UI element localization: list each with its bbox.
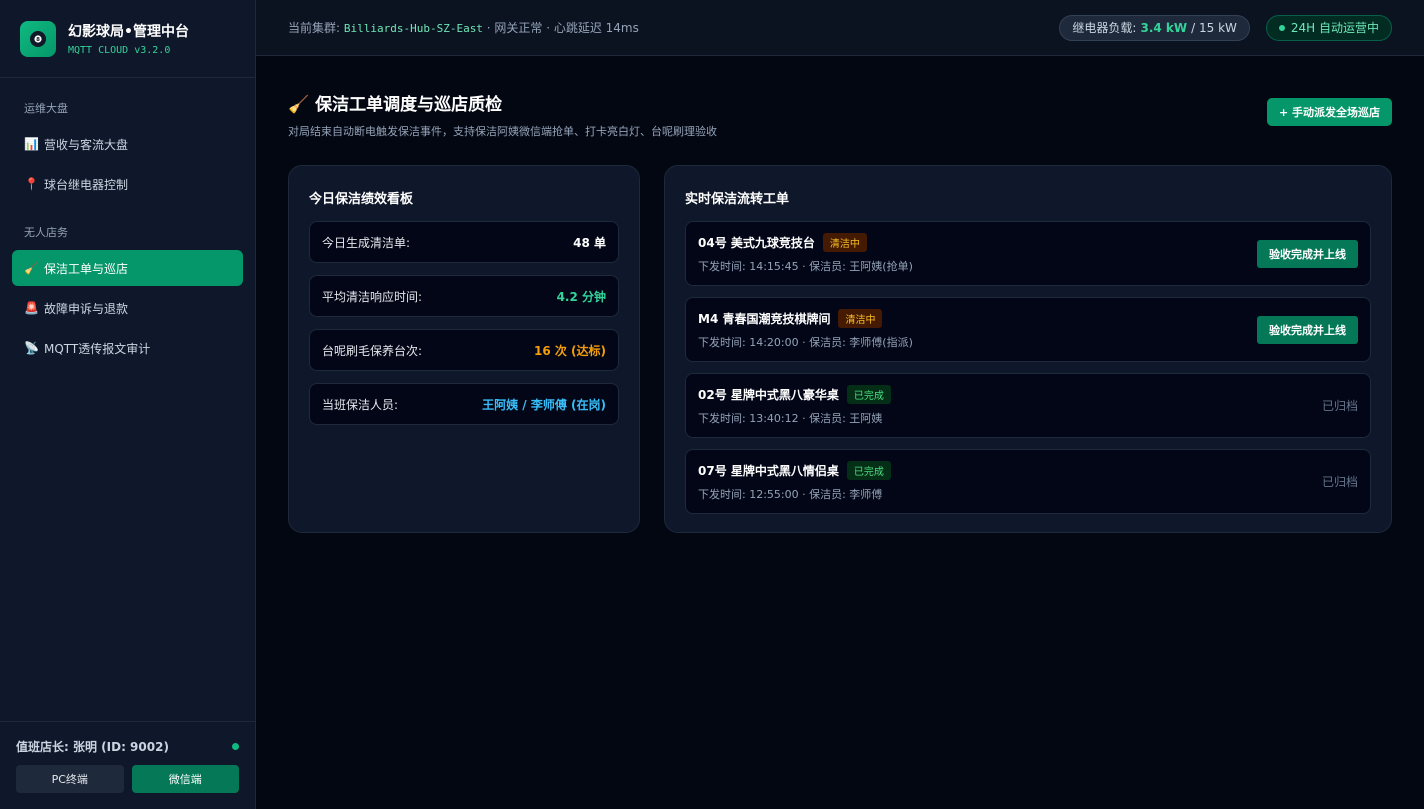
sidebar-item-label: 球台继电器控制: [44, 177, 129, 192]
operation-status-badge: 24H 自动运营中: [1265, 14, 1392, 41]
cluster-suffix: · 网关正常 · 心跳延迟 14ms: [482, 21, 639, 35]
order-name-row: 07号 星牌中式黑八情侣桌 已完成: [698, 461, 891, 480]
order-name: M4 青春国潮竞技棋牌间: [698, 312, 831, 326]
sidebar-item-mqtt-audit[interactable]: 📡 MQTT透传报文审计: [12, 330, 243, 366]
chart-icon: 📊: [24, 137, 39, 151]
content: 🧹 保洁工单调度与巡店质检 对局结束自动断电触发保洁事件，支持保洁阿姨微信端抢单…: [256, 56, 1424, 567]
load-value: 3.4 kW: [1140, 20, 1188, 35]
load-label: 继电器负载:: [1072, 21, 1137, 35]
relay-load-pill: 继电器负载: 3.4 kW / 15 kW: [1059, 14, 1250, 41]
status-text: 24H 自动运营中: [1290, 21, 1379, 35]
stat-value: 16 次 (达标): [533, 343, 606, 358]
alarm-icon: 🚨: [24, 301, 39, 315]
stat-value: 4.2 分钟: [556, 289, 606, 304]
brand-title: 幻影球局•管理中台: [68, 24, 189, 40]
stat-label: 今日生成清洁单:: [322, 235, 411, 250]
wechat-client-button[interactable]: 微信端: [131, 765, 239, 793]
order-row: 07号 星牌中式黑八情侣桌 已完成 下发时间: 12:55:00 · 保洁员: …: [685, 449, 1371, 514]
stat-value: 48 单: [573, 235, 606, 250]
orders-title: 实时保洁流转工单: [685, 192, 790, 207]
stat-label: 台呢刷毛保养台次:: [322, 343, 423, 358]
billiard-ball-icon: 8: [20, 20, 56, 57]
pc-client-button[interactable]: PC终端: [16, 765, 124, 793]
online-status-icon: [232, 743, 239, 750]
page-header: 🧹 保洁工单调度与巡店质检 对局结束自动断电触发保洁事件，支持保洁阿姨微信端抢单…: [288, 90, 1392, 139]
sidebar-item-label: 故障申诉与退款: [44, 301, 129, 316]
order-row: 02号 星牌中式黑八豪华桌 已完成 下发时间: 13:40:12 · 保洁员: …: [685, 373, 1371, 438]
orders-card: 实时保洁流转工单 04号 美式九球竞技台 清洁中 下发时间: 14:15:45 …: [664, 165, 1392, 533]
status-badge: 已完成: [846, 385, 891, 404]
sidebar: 8 幻影球局•管理中台 MQTT CLOUD v3.2.0 运维大盘 📊 营收与…: [0, 0, 256, 809]
operator-name: 值班店长: 张明 (ID: 9002): [16, 740, 169, 754]
client-switch: PC终端 微信端: [16, 765, 239, 793]
archived-label: 已归档: [1321, 399, 1358, 413]
cluster-prefix: 当前集群:: [288, 21, 344, 35]
sidebar-footer: 值班店长: 张明 (ID: 9002) PC终端 微信端: [0, 721, 255, 809]
order-row: 04号 美式九球竞技台 清洁中 下发时间: 14:15:45 · 保洁员: 王阿…: [685, 221, 1371, 286]
status-badge: 清洁中: [822, 233, 867, 252]
sidebar-item-faults[interactable]: 🚨 故障申诉与退款: [12, 290, 243, 326]
page-subtitle: 对局结束自动断电触发保洁事件，支持保洁阿姨微信端抢单、打卡亮白灯、台呢刷理验收: [288, 125, 717, 138]
order-name: 04号 美式九球竞技台: [698, 236, 815, 250]
stat-label: 平均清洁响应时间:: [322, 289, 423, 304]
broom-icon: 🧹: [24, 261, 39, 275]
stat-row: 台呢刷毛保养台次: 16 次 (达标): [309, 329, 619, 371]
verify-online-button[interactable]: 验收完成并上线: [1257, 315, 1358, 344]
app-root: 8 幻影球局•管理中台 MQTT CLOUD v3.2.0 运维大盘 📊 营收与…: [0, 0, 1424, 809]
pin-icon: 📍: [24, 177, 39, 191]
status-dot-icon: [1278, 24, 1285, 31]
stat-label: 当班保洁人员:: [322, 397, 399, 412]
performance-title: 今日保洁绩效看板: [309, 192, 414, 207]
verify-online-button[interactable]: 验收完成并上线: [1257, 239, 1358, 268]
sidebar-item-relay[interactable]: 📍 球台继电器控制: [12, 166, 243, 202]
performance-card: 今日保洁绩效看板 今日生成清洁单: 48 单 平均清洁响应时间: 4.2 分钟 …: [288, 165, 640, 533]
cluster-status: 当前集群: Billiards-Hub-SZ-East · 网关正常 · 心跳延…: [288, 19, 639, 36]
status-badge: 已完成: [846, 461, 891, 480]
nav-heading: 运维大盘: [24, 102, 68, 115]
page-title-text: 保洁工单调度与巡店质检: [315, 95, 503, 115]
topbar-right: 继电器负载: 3.4 kW / 15 kW 24H 自动运营中: [1059, 14, 1392, 41]
order-name-row: M4 青春国潮竞技棋牌间 清洁中: [698, 309, 913, 328]
stat-row: 当班保洁人员: 王阿姨 / 李师傅 (在岗): [309, 383, 619, 425]
topbar: 当前集群: Billiards-Hub-SZ-East · 网关正常 · 心跳延…: [256, 0, 1424, 56]
sidebar-item-label: MQTT透传报文审计: [44, 341, 151, 356]
broom-icon: 🧹: [288, 95, 310, 115]
sidebar-item-cleaning[interactable]: 🧹 保洁工单与巡店: [12, 250, 243, 286]
svg-text:8: 8: [36, 37, 40, 43]
operator-row: 值班店长: 张明 (ID: 9002): [16, 738, 239, 755]
antenna-icon: 📡: [24, 341, 39, 355]
dispatch-patrol-button[interactable]: + 手动派发全场巡店: [1266, 98, 1392, 126]
order-name: 02号 星牌中式黑八豪华桌: [698, 388, 839, 402]
load-max: / 15 kW: [1191, 20, 1237, 35]
brand-version: MQTT CLOUD v3.2.0: [68, 45, 171, 56]
archived-label: 已归档: [1321, 475, 1358, 489]
page-title: 🧹 保洁工单调度与巡店质检: [288, 90, 717, 115]
order-name: 07号 星牌中式黑八情侣桌: [698, 464, 839, 478]
sidebar-item-label: 营收与客流大盘: [44, 137, 129, 152]
order-meta: 下发时间: 12:55:00 · 保洁员: 李师傅: [698, 488, 883, 501]
order-meta: 下发时间: 13:40:12 · 保洁员: 王阿姨: [698, 412, 883, 425]
content-grid: 今日保洁绩效看板 今日生成清洁单: 48 单 平均清洁响应时间: 4.2 分钟 …: [288, 165, 1392, 533]
status-badge: 清洁中: [838, 309, 883, 328]
cluster-name: Billiards-Hub-SZ-East: [343, 22, 483, 35]
order-name-row: 04号 美式九球竞技台 清洁中: [698, 233, 913, 252]
sidebar-item-label: 保洁工单与巡店: [44, 261, 129, 276]
order-row: M4 青春国潮竞技棋牌间 清洁中 下发时间: 14:20:00 · 保洁员: 李…: [685, 297, 1371, 362]
stat-row: 今日生成清洁单: 48 单: [309, 221, 619, 263]
order-meta: 下发时间: 14:20:00 · 保洁员: 李师傅(指派): [698, 336, 913, 349]
main: 当前集群: Billiards-Hub-SZ-East · 网关正常 · 心跳延…: [256, 0, 1424, 809]
stat-row: 平均清洁响应时间: 4.2 分钟: [309, 275, 619, 317]
brand: 8 幻影球局•管理中台 MQTT CLOUD v3.2.0: [0, 0, 255, 78]
nav-section-ops: 运维大盘 📊 营收与客流大盘 📍 球台继电器控制 无人店务 🧹 保洁工单与巡店 …: [0, 78, 255, 370]
order-meta: 下发时间: 14:15:45 · 保洁员: 王阿姨(抢单): [698, 260, 913, 273]
stat-value: 王阿姨 / 李师傅 (在岗): [482, 397, 606, 412]
sidebar-item-revenue[interactable]: 📊 营收与客流大盘: [12, 126, 243, 162]
order-name-row: 02号 星牌中式黑八豪华桌 已完成: [698, 385, 891, 404]
nav-heading: 无人店务: [24, 226, 68, 239]
